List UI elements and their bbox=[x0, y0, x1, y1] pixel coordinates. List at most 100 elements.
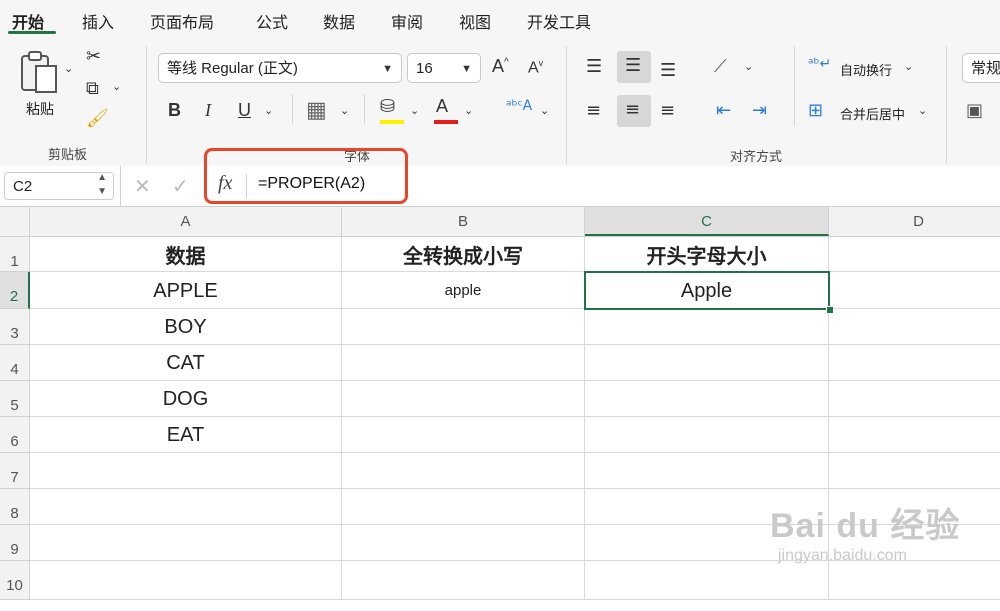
name-box-stepper-icon[interactable]: ▲ ▼ bbox=[97, 171, 107, 199]
tab-page-layout[interactable]: 页面布局 bbox=[150, 9, 214, 33]
cell-d2[interactable] bbox=[829, 272, 1000, 309]
tab-formulas[interactable]: 公式 bbox=[256, 9, 288, 33]
merge-center-button[interactable]: 合并后居中 bbox=[840, 104, 905, 123]
format-painter-icon[interactable]: 🖌 bbox=[86, 108, 109, 129]
cell-d10[interactable] bbox=[829, 561, 1000, 600]
merge-dropdown-icon[interactable]: ⌄ bbox=[918, 104, 927, 117]
borders-dropdown-icon[interactable]: ⌄ bbox=[340, 104, 349, 117]
cell-b5[interactable] bbox=[342, 381, 585, 417]
confirm-icon[interactable]: ✓ bbox=[172, 174, 189, 198]
decrease-font-icon[interactable]: Av bbox=[528, 58, 543, 77]
cell-c1[interactable]: 开头字母大小 bbox=[585, 237, 829, 272]
row-header-4[interactable]: 4 bbox=[0, 345, 30, 381]
italic-button[interactable]: I bbox=[205, 100, 211, 121]
orientation-dropdown-icon[interactable]: ⌄ bbox=[744, 60, 753, 73]
align-right-icon[interactable]: ≡ bbox=[660, 100, 675, 121]
fill-handle[interactable] bbox=[826, 306, 834, 314]
cell-c10[interactable] bbox=[585, 561, 829, 600]
decrease-indent-icon[interactable]: ⇤ bbox=[716, 100, 731, 121]
cell-a8[interactable] bbox=[30, 489, 342, 525]
phonetic-dropdown-icon[interactable]: ⌄ bbox=[540, 104, 549, 117]
column-header-b[interactable]: B bbox=[342, 207, 585, 236]
cell-b1[interactable]: 全转换成小写 bbox=[342, 237, 585, 272]
tab-home[interactable]: 开始 bbox=[12, 9, 44, 33]
cell-a9[interactable] bbox=[30, 525, 342, 561]
cancel-icon[interactable]: ✕ bbox=[134, 174, 151, 198]
tab-view[interactable]: 视图 bbox=[459, 9, 491, 33]
cell-a10[interactable] bbox=[30, 561, 342, 600]
align-left-icon[interactable]: ≡ bbox=[586, 100, 601, 121]
number-format-select[interactable]: 常规 bbox=[962, 53, 1000, 83]
tab-data[interactable]: 数据 bbox=[323, 9, 355, 33]
copy-dropdown-icon[interactable]: ⌄ bbox=[112, 80, 121, 93]
cell-b6[interactable] bbox=[342, 417, 585, 453]
underline-button[interactable]: U bbox=[238, 100, 251, 121]
cell-d1[interactable] bbox=[829, 237, 1000, 272]
cell-b4[interactable] bbox=[342, 345, 585, 381]
font-size-select[interactable]: 16 ▼ bbox=[407, 53, 481, 83]
wrap-text-button[interactable]: 自动换行 bbox=[840, 60, 892, 79]
column-header-d[interactable]: D bbox=[829, 207, 1000, 236]
increase-indent-icon[interactable]: ⇥ bbox=[752, 100, 767, 121]
cell-d4[interactable] bbox=[829, 345, 1000, 381]
select-all-corner[interactable] bbox=[0, 207, 30, 236]
cell-c7[interactable] bbox=[585, 453, 829, 489]
paste-dropdown-icon[interactable]: ⌄ bbox=[64, 62, 73, 75]
tab-insert[interactable]: 插入 bbox=[82, 9, 114, 33]
cell-b7[interactable] bbox=[342, 453, 585, 489]
currency-format-icon[interactable]: ▣ bbox=[966, 100, 983, 121]
cell-b10[interactable] bbox=[342, 561, 585, 600]
row-header-2[interactable]: 2 bbox=[0, 272, 30, 309]
row-header-3[interactable]: 3 bbox=[0, 309, 30, 345]
font-color-icon[interactable]: A bbox=[436, 96, 448, 117]
fill-color-dropdown-icon[interactable]: ⌄ bbox=[410, 104, 419, 117]
fill-color-icon[interactable]: ⛁ bbox=[380, 96, 395, 117]
row-header-8[interactable]: 8 bbox=[0, 489, 30, 525]
phonetic-guide-icon[interactable]: ᵃᵇᶜA bbox=[506, 98, 532, 114]
row-header-9[interactable]: 9 bbox=[0, 525, 30, 561]
tab-developer[interactable]: 开发工具 bbox=[527, 9, 591, 33]
cell-a4[interactable]: CAT bbox=[30, 345, 342, 381]
align-top-icon[interactable]: ☰ bbox=[586, 56, 602, 77]
cell-c5[interactable] bbox=[585, 381, 829, 417]
row-header-6[interactable]: 6 bbox=[0, 417, 30, 453]
cell-b9[interactable] bbox=[342, 525, 585, 561]
align-center-button[interactable]: ≡ bbox=[617, 95, 651, 127]
orientation-icon[interactable]: ⟋ bbox=[714, 56, 727, 77]
paste-button[interactable] bbox=[16, 50, 64, 98]
row-header-5[interactable]: 5 bbox=[0, 381, 30, 417]
cell-d6[interactable] bbox=[829, 417, 1000, 453]
tab-review[interactable]: 审阅 bbox=[391, 9, 423, 33]
bold-button[interactable]: B bbox=[168, 100, 181, 121]
cell-a6[interactable]: EAT bbox=[30, 417, 342, 453]
align-middle-button[interactable]: ☰ bbox=[617, 51, 651, 83]
borders-icon[interactable]: ▦ bbox=[306, 98, 327, 123]
cell-a1[interactable]: 数据 bbox=[30, 237, 342, 272]
copy-icon[interactable]: ⧉ bbox=[86, 78, 99, 99]
column-header-c[interactable]: C bbox=[585, 207, 829, 236]
cell-d5[interactable] bbox=[829, 381, 1000, 417]
cell-c3[interactable] bbox=[585, 309, 829, 345]
row-header-10[interactable]: 10 bbox=[0, 561, 30, 600]
scissors-icon[interactable]: ✂ bbox=[86, 46, 101, 67]
increase-font-icon[interactable]: A^ bbox=[492, 56, 509, 77]
cell-b2[interactable]: apple bbox=[342, 272, 585, 309]
column-header-a[interactable]: A bbox=[30, 207, 342, 236]
cell-c4[interactable] bbox=[585, 345, 829, 381]
cell-a5[interactable]: DOG bbox=[30, 381, 342, 417]
row-header-1[interactable]: 1 bbox=[0, 237, 30, 272]
name-box[interactable]: C2 ▲ ▼ bbox=[4, 172, 114, 200]
font-name-select[interactable]: 等线 Regular (正文) ▼ bbox=[158, 53, 402, 83]
cell-b3[interactable] bbox=[342, 309, 585, 345]
cell-c6[interactable] bbox=[585, 417, 829, 453]
cell-d3[interactable] bbox=[829, 309, 1000, 345]
cell-a3[interactable]: BOY bbox=[30, 309, 342, 345]
wrap-dropdown-icon[interactable]: ⌄ bbox=[904, 60, 913, 73]
align-bottom-icon[interactable]: ☰ bbox=[660, 60, 676, 81]
underline-dropdown-icon[interactable]: ⌄ bbox=[264, 104, 273, 117]
cell-b8[interactable] bbox=[342, 489, 585, 525]
row-header-7[interactable]: 7 bbox=[0, 453, 30, 489]
font-color-dropdown-icon[interactable]: ⌄ bbox=[464, 104, 473, 117]
cell-d7[interactable] bbox=[829, 453, 1000, 489]
cell-a2[interactable]: APPLE bbox=[30, 272, 342, 309]
